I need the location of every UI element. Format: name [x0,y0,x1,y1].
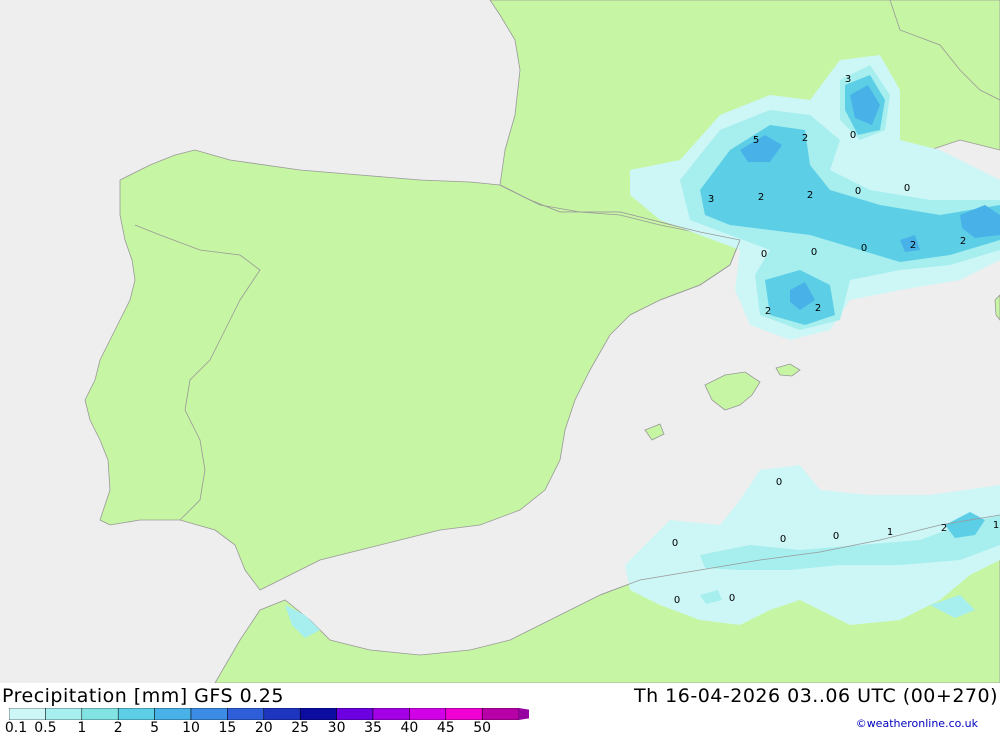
contour-label: 0 [672,538,678,549]
map-datetime: Th 16-04-2026 03..06 UTC (00+270) [633,685,998,707]
contour-label: 0 [761,249,767,260]
legend-swatch [154,708,192,720]
legend-tick-label: 5 [150,720,160,736]
contour-label: 1 [993,520,999,531]
contour-label: 0 [850,130,856,141]
legend-swatch [409,708,447,720]
legend-tick-label: 15 [218,720,237,736]
map-title: Precipitation [mm] GFS 0.25 [2,685,284,707]
contour-label: 2 [807,190,813,201]
legend-swatch [190,708,228,720]
legend-tick-label: 50 [473,720,492,736]
contour-label: 1 [887,527,893,538]
legend-swatch [263,708,301,720]
legend-swatch [81,708,119,720]
legend-swatch [445,708,483,720]
legend-swatch [299,708,337,720]
legend-swatch [481,708,519,720]
legend-tick-label: 40 [400,720,419,736]
contour-label: 2 [802,133,808,144]
legend-tick-label: 0.5 [34,720,57,736]
contour-label: 2 [765,306,771,317]
legend-arrow [518,708,529,720]
contour-label: 2 [815,303,821,314]
contour-label: 0 [780,534,786,545]
contour-label: 0 [833,531,839,542]
contour-label: 0 [674,595,680,606]
legend-swatch [336,708,374,720]
contour-label: 3 [845,74,851,85]
legend-swatch [372,708,410,720]
legend-tick-label: 0.1 [4,720,28,736]
contour-label: 0 [776,477,782,488]
legend-tick-label: 30 [327,720,346,736]
contour-label: 0 [855,186,861,197]
legend-tick-label: 45 [436,720,455,736]
legend-swatch [227,708,265,720]
contour-label: 2 [758,192,764,203]
legend-tick-label: 35 [364,720,382,736]
precipitation-map: 3 5 2 0 3 2 2 0 0 0 0 0 2 2 2 2 0 0 0 0 … [0,0,1000,684]
contour-label: 2 [910,240,916,251]
contour-label: 0 [904,183,910,194]
map-canvas: 3 5 2 0 3 2 2 0 0 0 0 0 2 2 2 2 0 0 0 0 … [0,0,1000,684]
contour-label: 0 [729,593,735,604]
legend-tick-label: 25 [291,720,310,736]
map-footer: Precipitation [mm] GFS 0.25 Th 16-04-202… [0,683,1000,736]
legend-swatch [45,708,83,720]
contour-label: 0 [811,247,817,258]
legend-swatch [9,708,46,720]
legend-tick-label: 1 [77,720,87,736]
contour-label: 3 [708,194,714,205]
legend-tick-label: 2 [113,720,123,736]
color-legend [9,708,529,720]
contour-label: 5 [753,135,759,146]
legend-tick-label: 10 [182,720,200,736]
contour-label: 2 [960,236,966,247]
contour-label: 0 [861,243,867,254]
legend-tick-label: 20 [254,720,273,736]
credit-link[interactable]: ©weatheronline.co.uk [856,717,978,730]
legend-swatch [117,708,155,720]
contour-label: 2 [941,523,947,534]
